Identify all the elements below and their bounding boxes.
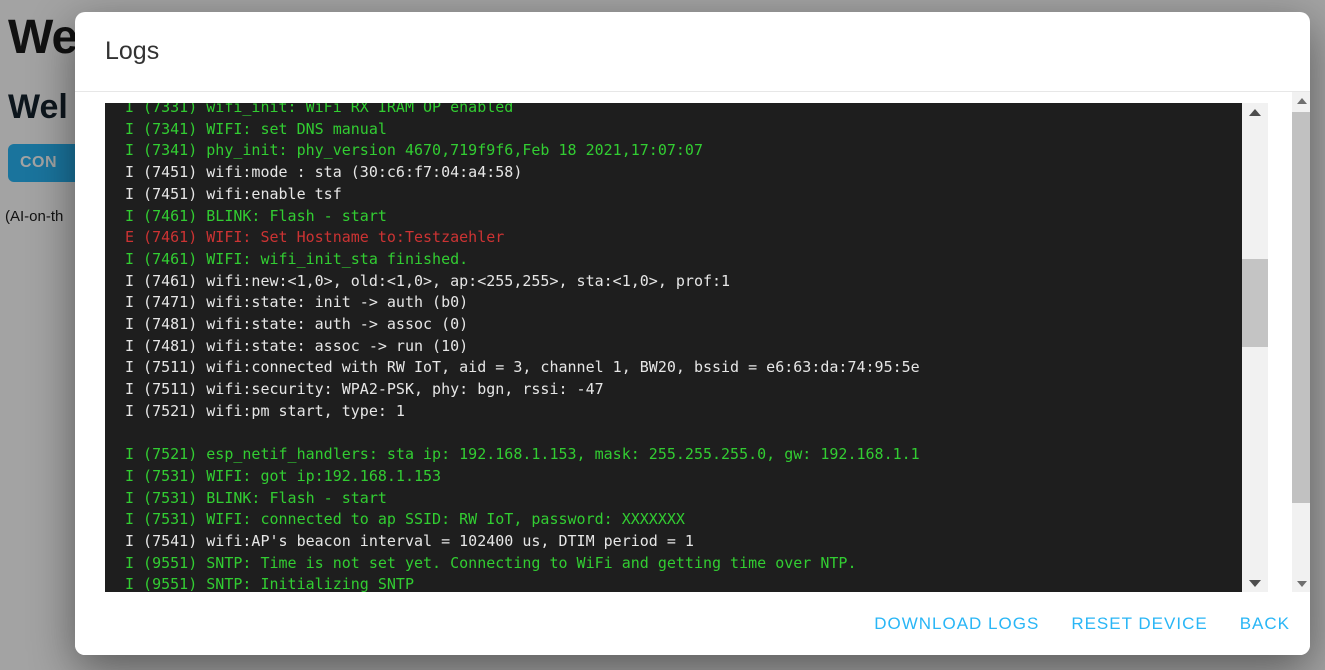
scroll-down-button[interactable] bbox=[1242, 574, 1268, 592]
log-line: I (7511) wifi:security: WPA2-PSK, phy: b… bbox=[125, 379, 1242, 401]
log-line: I (7461) BLINK: Flash - start bbox=[125, 206, 1242, 228]
log-line: I (7531) BLINK: Flash - start bbox=[125, 488, 1242, 510]
log-line: I (7521) esp_netif_handlers: sta ip: 192… bbox=[125, 444, 1242, 466]
dialog-footer: DOWNLOAD LOGS RESET DEVICE BACK bbox=[75, 592, 1310, 655]
log-line: I (7481) wifi:state: auth -> assoc (0) bbox=[125, 314, 1242, 336]
dialog-scroll-up-button[interactable] bbox=[1292, 92, 1310, 109]
triangle-down-icon bbox=[1297, 581, 1307, 587]
triangle-down-icon bbox=[1249, 580, 1261, 587]
triangle-up-icon bbox=[1297, 98, 1307, 104]
log-line: I (7531) WIFI: got ip:192.168.1.153 bbox=[125, 466, 1242, 488]
log-scrollbar-thumb[interactable] bbox=[1242, 259, 1268, 347]
dialog-header: Logs bbox=[75, 12, 1310, 92]
log-line bbox=[125, 423, 1242, 445]
log-line: I (7511) wifi:connected with RW IoT, aid… bbox=[125, 357, 1242, 379]
log-terminal[interactable]: I (7331) wifi_init: WiFi RX IRAM OP enab… bbox=[105, 103, 1268, 592]
log-scrollbar[interactable] bbox=[1242, 103, 1268, 592]
log-line: I (7461) wifi:new:<1,0>, old:<1,0>, ap:<… bbox=[125, 271, 1242, 293]
log-line: I (7341) phy_init: phy_version 4670,719f… bbox=[125, 140, 1242, 162]
log-line: I (7451) wifi:enable tsf bbox=[125, 184, 1242, 206]
logs-dialog: Logs I (7331) wifi_init: WiFi RX IRAM OP… bbox=[75, 12, 1310, 655]
scroll-up-button[interactable] bbox=[1242, 103, 1268, 121]
back-button[interactable]: BACK bbox=[1240, 614, 1290, 634]
triangle-up-icon bbox=[1249, 109, 1261, 116]
log-line: I (9551) SNTP: Time is not set yet. Conn… bbox=[125, 553, 1242, 575]
log-line: I (7341) WIFI: set DNS manual bbox=[125, 119, 1242, 141]
log-line: I (9551) SNTP: Initializing SNTP bbox=[125, 574, 1242, 592]
log-line: I (7521) wifi:pm start, type: 1 bbox=[125, 401, 1242, 423]
log-line: I (7541) wifi:AP's beacon interval = 102… bbox=[125, 531, 1242, 553]
log-line: I (7451) wifi:mode : sta (30:c6:f7:04:a4… bbox=[125, 162, 1242, 184]
dialog-scroll-down-button[interactable] bbox=[1292, 575, 1310, 592]
dialog-title: Logs bbox=[105, 37, 159, 66]
log-line: I (7531) WIFI: connected to ap SSID: RW … bbox=[125, 509, 1242, 531]
log-line: I (7461) WIFI: wifi_init_sta finished. bbox=[125, 249, 1242, 271]
log-line: E (7461) WIFI: Set Hostname to:Testzaehl… bbox=[125, 227, 1242, 249]
dialog-scrollbar-thumb[interactable] bbox=[1292, 112, 1310, 503]
download-logs-button[interactable]: DOWNLOAD LOGS bbox=[874, 614, 1039, 634]
log-line: I (7331) wifi_init: WiFi RX IRAM OP enab… bbox=[125, 103, 1242, 119]
dialog-scrollbar[interactable] bbox=[1292, 92, 1310, 592]
log-line: I (7481) wifi:state: assoc -> run (10) bbox=[125, 336, 1242, 358]
log-line: I (7471) wifi:state: init -> auth (b0) bbox=[125, 292, 1242, 314]
log-content: I (7331) wifi_init: WiFi RX IRAM OP enab… bbox=[105, 103, 1242, 592]
reset-device-button[interactable]: RESET DEVICE bbox=[1071, 614, 1207, 634]
